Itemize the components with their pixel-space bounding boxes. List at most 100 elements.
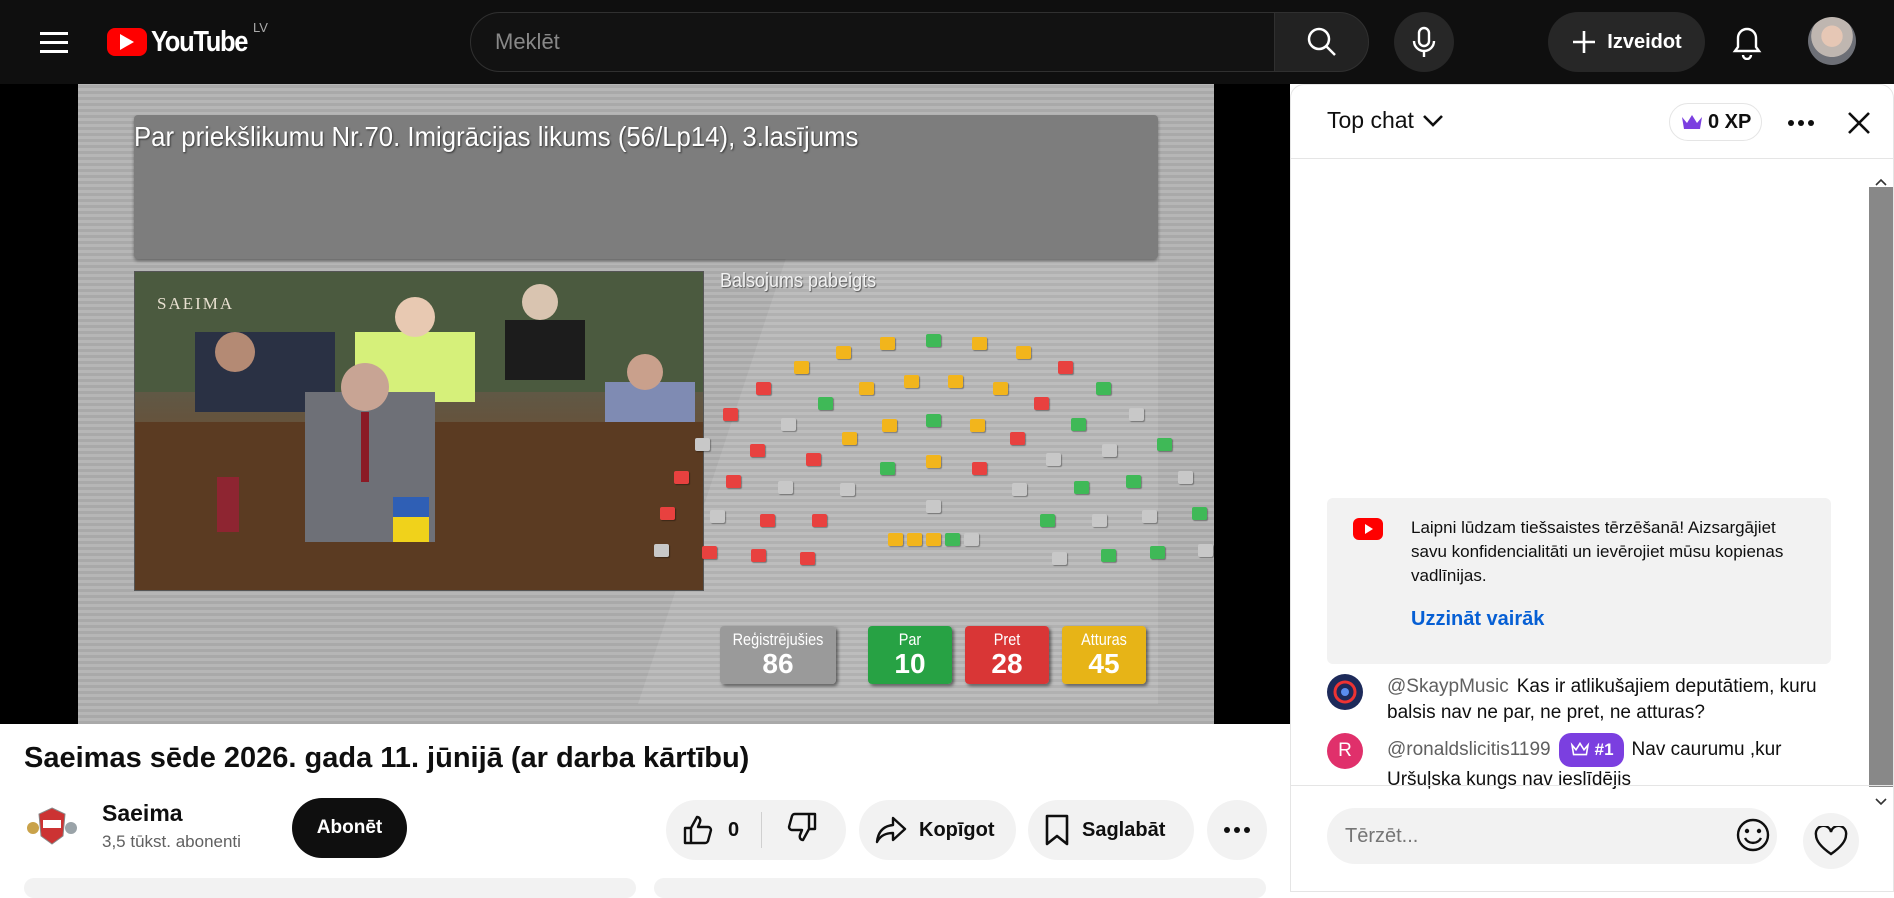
welcome-text: Laipni lūdzam tiešsaistes tērzēšanā! Aiz… [1411,518,1784,585]
xp-badge[interactable]: 0 XP [1669,103,1763,141]
seat-against [756,382,772,396]
seat-for [1156,437,1172,451]
scrollbar-thumb[interactable] [1869,187,1893,787]
seat-abstain [882,418,898,432]
youtube-play-icon [107,28,147,56]
more-actions-button[interactable] [1207,800,1267,860]
close-icon [1848,112,1870,134]
seat-absent [1177,471,1193,485]
seat-abstain [859,382,875,396]
bookmark-icon [1045,814,1069,846]
stat-registered: Reģistrējušies 86 [720,626,836,684]
rank-badge: #1 [1558,733,1624,767]
seat-for [879,461,895,475]
like-button[interactable]: 0 [666,812,762,848]
presidium-seat-for [945,533,960,546]
voice-search-button[interactable] [1394,12,1454,72]
scroll-up-icon[interactable] [1875,173,1887,186]
bell-icon [1732,27,1762,60]
description-card[interactable] [24,878,636,898]
presidium-seat-abstain [888,533,903,546]
stat-label: Atturas [1081,630,1127,649]
seat-absent [695,437,711,451]
seat-abstain [880,336,896,350]
live-chat-panel: Top chat 0 XP Laipni lūdzam tiešsaistes … [1290,84,1894,892]
seat-absent [1051,551,1067,565]
mic-icon [1412,26,1436,57]
channel-avatar[interactable] [24,798,80,854]
seat-absent [653,543,669,557]
seat-absent [1128,407,1144,421]
seat-abstain [948,374,964,388]
seat-for [1095,382,1111,396]
seat-for [1191,506,1207,520]
create-button[interactable]: Izveidot [1548,12,1705,72]
video-frame[interactable]: Par priekšlikumu Nr.70. Imigrācijas liku… [78,84,1214,724]
video-title: Saeimas sēde 2026. gada 11. jūnijā (ar d… [24,742,750,774]
menu-icon[interactable] [30,22,78,62]
chat-input-bar [1291,785,1894,893]
chat-mode-dropdown[interactable]: Top chat [1327,107,1444,134]
seat-for [1100,548,1116,562]
message-author[interactable]: @ronaldslicitis1199 [1387,739,1551,760]
youtube-icon [1353,518,1383,545]
chat-close-button[interactable] [1837,103,1881,143]
seat-absent [709,510,725,523]
share-icon [875,816,907,844]
youtube-logo[interactable]: YouTube LV [107,20,268,62]
seat-against [723,407,739,421]
chevron-down-icon [1423,114,1443,127]
share-label: Kopīgot [919,818,995,841]
seat-against [759,513,775,527]
search-input[interactable] [495,29,1274,55]
stat-for: Par 10 [868,626,952,684]
channel-name[interactable]: Saeima [102,800,183,827]
seat-absent [1092,513,1108,527]
chat-welcome-banner: Laipni lūdzam tiešsaistes tērzēšanā! Aiz… [1327,498,1831,664]
seat-for [818,396,834,410]
seat-against [806,453,822,467]
seat-against [725,475,741,489]
subscribe-button[interactable]: Abonēt [292,798,407,858]
avatar[interactable]: R [1327,733,1363,769]
subscriber-count: 3,5 tūkst. abonenti [102,832,241,851]
seat-against [751,548,767,562]
save-button[interactable]: Saglabāt [1028,800,1194,860]
seat-abstain [992,382,1008,396]
seat-for [1070,417,1086,431]
seat-for [926,333,941,347]
seat-for [926,414,941,428]
seat-against [800,551,816,565]
share-button[interactable]: Kopīgot [859,800,1016,860]
chat-scrollbar[interactable] [1869,178,1893,806]
emoji-button[interactable] [1731,813,1775,857]
message-author[interactable]: @SkaypMusic [1387,676,1509,697]
seat-against [1010,432,1026,446]
seat-abstain [926,454,941,468]
seat-against [674,471,690,485]
notifications-button[interactable] [1721,17,1773,69]
seat-absent [1142,510,1158,523]
seat-abstain [836,346,852,360]
account-avatar[interactable] [1808,17,1856,65]
seat-against [1033,396,1049,410]
seat-abstain [969,418,985,432]
chat-more-button[interactable] [1779,105,1823,141]
stat-label: Reģistrējušies [732,630,824,649]
stat-against: Pret 28 [965,626,1049,684]
search-button[interactable] [1274,12,1369,72]
learn-more-link[interactable]: Uzzināt vairāk [1411,608,1544,631]
stat-label: Par [898,630,922,649]
seat-absent [1198,543,1214,557]
comments-card[interactable] [654,878,1266,898]
stat-label: Pret [993,630,1021,649]
seat-against [749,444,765,458]
like-count: 0 [728,818,740,841]
heart-button[interactable] [1803,813,1859,869]
avatar[interactable] [1327,674,1363,710]
dislike-button[interactable] [762,811,818,849]
plus-icon [1573,31,1596,53]
stat-value: 86 [762,648,794,679]
chat-input[interactable] [1345,824,1705,848]
dislike-icon [787,812,817,842]
